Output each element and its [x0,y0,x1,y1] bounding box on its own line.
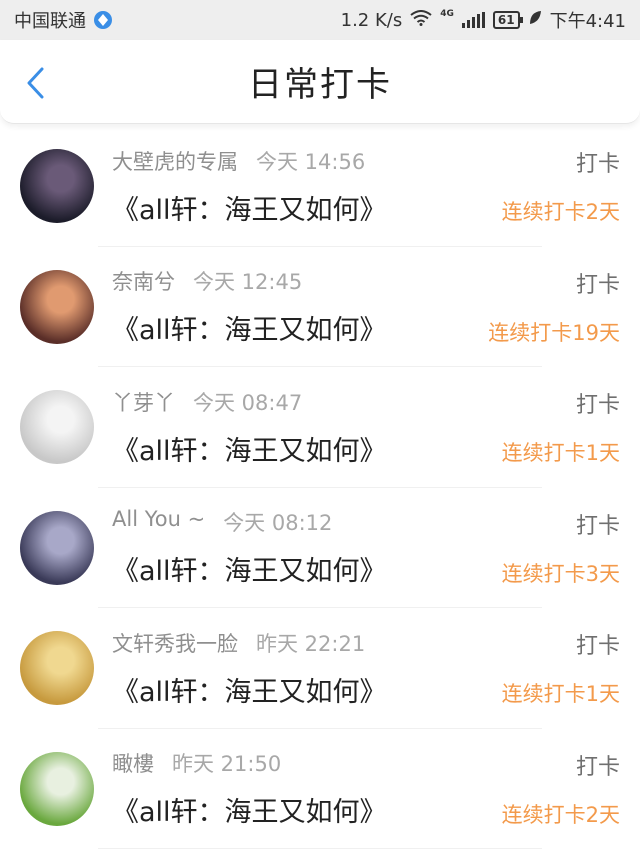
avatar[interactable] [20,149,94,224]
status-right: 1.2 K/s 4G 61 下午4:41 [341,7,626,33]
streak-label: 连续打卡1天 [501,682,620,707]
item-right: 打卡 连续打卡3天 [502,508,620,588]
battery-icon: 61 [492,11,523,29]
avatar[interactable] [20,390,94,465]
streak-label: 连续打卡2天 [501,802,620,827]
item-body: All You ~ 今天 08:12 《all轩：海王又如何》 [94,507,502,588]
status-bar: 中国联通 1.2 K/s 4G 61 下午4:41 [0,0,640,40]
item-body: 奈南兮 今天 12:45 《all轩：海王又如何》 [94,266,488,347]
navigation-header: 日常打卡 [0,40,640,124]
post-time: 昨天 22:21 [256,631,366,656]
item-right: 打卡 连续打卡2天 [502,749,620,829]
topic-title[interactable]: 《all轩：海王又如何》 [112,308,488,347]
checkin-button[interactable]: 打卡 [502,749,620,781]
checkin-button[interactable]: 打卡 [502,146,620,178]
user-name[interactable]: 大壁虎的专属 [112,146,238,176]
page-title: 日常打卡 [248,65,392,105]
feed-item[interactable]: 大壁虎的专属 今天 14:56 《all轩：海王又如何》 打卡 连续打卡2天 [0,126,640,247]
item-right: 打卡 连续打卡1天 [502,387,620,467]
item-right: 打卡 连续打卡2天 [502,146,620,226]
leaf-icon [528,10,542,31]
topic-title[interactable]: 《all轩：海王又如何》 [112,670,502,709]
streak-label: 连续打卡19天 [488,320,620,345]
signal-icon [461,12,485,28]
feed-item[interactable]: 文轩秀我一脸 昨天 22:21 《all轩：海王又如何》 打卡 连续打卡1天 [0,608,640,729]
item-meta: 大壁虎的专属 今天 14:56 [112,146,502,176]
post-time: 今天 08:47 [193,390,303,415]
streak-label: 连续打卡2天 [501,200,620,225]
checkin-button[interactable]: 打卡 [502,508,620,540]
post-time: 今天 12:45 [193,270,303,295]
avatar[interactable] [20,510,94,585]
post-time: 今天 08:12 [223,511,333,536]
post-time: 昨天 21:50 [172,752,282,777]
item-meta: 奈南兮 今天 12:45 [112,266,488,296]
status-left: 中国联通 [14,7,112,33]
topic-title[interactable]: 《all轩：海王又如何》 [112,188,502,227]
item-meta: 瞰樓 昨天 21:50 [112,748,502,778]
streak-label: 连续打卡1天 [501,441,620,466]
item-body: 文轩秀我一脸 昨天 22:21 《all轩：海王又如何》 [94,628,502,709]
wifi-icon [410,9,432,31]
checkin-feed: 大壁虎的专属 今天 14:56 《all轩：海王又如何》 打卡 连续打卡2天 奈… [0,124,640,849]
user-name[interactable]: 瞰樓 [112,748,154,778]
item-right: 打卡 连续打卡1天 [502,628,620,708]
item-meta: All You ~ 今天 08:12 [112,507,502,537]
location-icon [94,11,112,29]
item-right: 打卡 连续打卡19天 [488,267,620,347]
topic-title[interactable]: 《all轩：海王又如何》 [112,790,502,829]
checkin-button[interactable]: 打卡 [488,267,620,299]
feed-item[interactable]: 丫芽丫 今天 08:47 《all轩：海王又如何》 打卡 连续打卡1天 [0,367,640,488]
item-meta: 丫芽丫 今天 08:47 [112,387,502,417]
feed-item[interactable]: All You ~ 今天 08:12 《all轩：海王又如何》 打卡 连续打卡3… [0,488,640,609]
avatar[interactable] [20,751,94,826]
feed-item[interactable]: 奈南兮 今天 12:45 《all轩：海王又如何》 打卡 连续打卡19天 [0,247,640,368]
checkin-button[interactable]: 打卡 [502,628,620,660]
chevron-left-icon [27,67,44,99]
user-name[interactable]: All You ~ [112,507,205,537]
back-button[interactable] [20,66,50,100]
item-body: 丫芽丫 今天 08:47 《all轩：海王又如何》 [94,387,502,468]
clock: 下午4:41 [549,11,626,32]
topic-title[interactable]: 《all轩：海王又如何》 [112,549,502,588]
avatar[interactable] [20,269,94,344]
network-speed: 1.2 K/s [340,9,403,31]
item-meta: 文轩秀我一脸 昨天 22:21 [112,628,502,658]
streak-label: 连续打卡3天 [501,561,620,586]
user-name[interactable]: 文轩秀我一脸 [112,628,238,658]
feed-item[interactable]: 瞰樓 昨天 21:50 《all轩：海王又如何》 打卡 连续打卡2天 [0,729,640,850]
item-body: 大壁虎的专属 今天 14:56 《all轩：海王又如何》 [94,146,502,227]
avatar[interactable] [20,631,94,706]
carrier-name: 中国联通 [14,11,86,32]
user-name[interactable]: 丫芽丫 [112,387,175,417]
post-time: 今天 14:56 [256,149,366,174]
checkin-button[interactable]: 打卡 [502,387,620,419]
network-type: 4G [440,9,454,19]
battery-level: 61 [497,13,515,27]
item-body: 瞰樓 昨天 21:50 《all轩：海王又如何》 [94,748,502,829]
topic-title[interactable]: 《all轩：海王又如何》 [112,429,502,468]
user-name[interactable]: 奈南兮 [112,266,175,296]
